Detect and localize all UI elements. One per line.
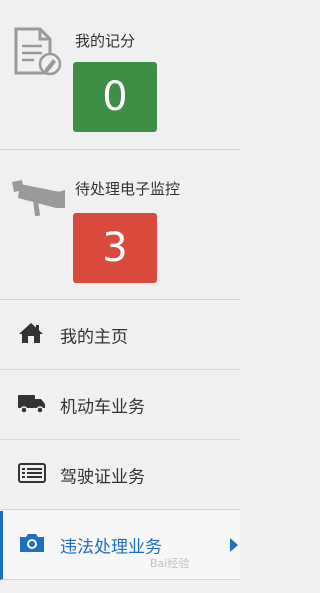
pending-surveillance-title: 待处理电子监控 [75,180,181,198]
nav-item-vehicle-label: 机动车业务 [60,397,145,418]
score-title: 我的记分 [75,32,136,50]
license-card-icon [18,463,46,487]
pending-surveillance-value: 3 [102,225,128,271]
nav-item-home-label: 我的主页 [60,327,128,348]
pending-surveillance-badge[interactable]: 3 [73,213,157,283]
surveillance-camera-icon [10,178,66,222]
score-value: 0 [102,74,128,120]
home-icon [18,322,44,348]
watermark: Bai经验 [150,557,190,570]
nav-item-violations[interactable]: 违法处理业务 [0,511,240,580]
score-value-badge[interactable]: 0 [73,62,157,132]
nav-item-license[interactable]: 驾驶证业务 [0,441,240,510]
nav-item-license-label: 驾驶证业务 [60,467,145,488]
camera-icon [18,532,46,558]
truck-icon [18,392,46,418]
nav-item-violations-label: 违法处理业务 [60,537,162,558]
pending-surveillance-panel: 待处理电子监控 3 [0,150,240,300]
chevron-right-icon [230,538,238,552]
score-panel: 我的记分 0 [0,0,240,150]
nav-item-vehicle[interactable]: 机动车业务 [0,371,240,440]
nav-item-home[interactable]: 我的主页 [0,301,240,370]
document-pen-icon [10,26,62,82]
